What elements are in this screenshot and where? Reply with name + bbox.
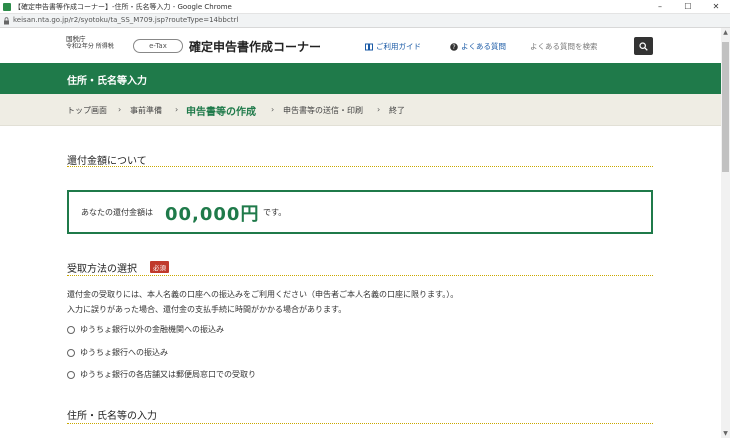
radio-label[interactable]: ゆうちょ銀行への振込み (80, 347, 168, 358)
search-icon (639, 41, 648, 51)
radio-option-other-bank[interactable]: ゆうちょ銀行以外の金融機関への振込み (67, 324, 224, 335)
site-header: 国税庁 令和2年分 所得税 e-Tax 確定申告書作成コーナー ご利用ガイド ?… (0, 28, 721, 63)
radio-option-yucho-counter[interactable]: ゆうちょ銀行の各店舗又は郵便局窓口での受取り (67, 369, 256, 380)
chevron-right-icon: › (175, 105, 179, 114)
agency-label: 国税庁 令和2年分 所得税 (66, 35, 114, 51)
page-title: 住所・氏名等入力 (67, 76, 147, 87)
agency-name: 国税庁 (66, 35, 86, 43)
scroll-up-icon[interactable]: ▲ (721, 28, 730, 37)
help-guide-label: ご利用ガイド (376, 42, 421, 51)
window-title: 【確定申告書等作成コーナー】-住所・氏名等入力 - Google Chrome (14, 3, 232, 11)
site-title[interactable]: 確定申告書作成コーナー (189, 38, 321, 55)
breadcrumb-step-send: 申告書等の送信・印刷 (283, 106, 363, 115)
receive-note-line-1: 還付金の受取りには、本人名義の口座への振込みをご利用ください（申告者ご本人名義の… (67, 290, 459, 299)
refund-suffix-text: です。 (263, 208, 287, 217)
book-icon (365, 43, 373, 50)
maximize-button[interactable]: ☐ (674, 0, 702, 14)
section-divider (67, 423, 653, 424)
receive-method-title: 受取方法の選択 (67, 264, 137, 275)
breadcrumb-step-prep: 事前準備 (130, 106, 162, 115)
radio-option-yucho-transfer[interactable]: ゆうちょ銀行への振込み (67, 347, 168, 358)
faq-link[interactable]: ? よくある質問 (450, 41, 506, 52)
minimize-button[interactable]: – (646, 0, 674, 14)
svg-text:?: ? (452, 44, 455, 51)
breadcrumb: トップ画面 › 事前準備 › 申告書等の作成 › 申告書等の送信・印刷 › 終了 (0, 94, 721, 126)
chevron-right-icon: › (377, 105, 381, 114)
site-favicon-icon (3, 3, 11, 11)
page-heading-band: 住所・氏名等入力 (0, 63, 721, 94)
etax-logo: e-Tax (133, 39, 183, 53)
address-section-title: 住所・氏名等の入力 (67, 411, 157, 422)
breadcrumb-step-create: 申告書等の作成 (186, 107, 256, 118)
help-guide-link[interactable]: ご利用ガイド (365, 41, 421, 52)
refund-amount-box: あなたの還付金額は 00,000円 です。 (67, 190, 653, 234)
browser-titlebar: 【確定申告書等作成コーナー】-住所・氏名等入力 - Google Chrome … (0, 0, 730, 14)
search-button[interactable] (634, 37, 653, 55)
breadcrumb-step-end: 終了 (389, 106, 405, 115)
page-scrollbar[interactable]: ▲ ▼ (721, 28, 730, 438)
refund-prefix-text: あなたの還付金額は (81, 208, 153, 217)
scrollbar-thumb[interactable] (722, 42, 729, 172)
chevron-right-icon: › (118, 105, 122, 114)
close-button[interactable]: ✕ (702, 0, 730, 14)
refund-amount: 00,000円 (165, 204, 260, 225)
search-label[interactable]: よくある質問を検索 (530, 41, 598, 52)
radio-label[interactable]: ゆうちょ銀行以外の金融機関への振込み (80, 324, 224, 335)
radio-button[interactable] (67, 370, 75, 379)
url-text[interactable]: keisan.nta.go.jp/r2/syotoku/ta_SS_M709.j… (13, 16, 238, 24)
lock-icon (4, 17, 9, 25)
radio-button[interactable] (67, 348, 75, 357)
section-divider (67, 275, 653, 276)
faq-label: よくある質問 (461, 42, 506, 51)
tax-year-label: 令和2年分 所得税 (66, 43, 114, 50)
receive-note-line-2: 入力に誤りがあった場合、還付金の支払手続に時間がかかる場合があります。 (67, 305, 347, 314)
refund-section-title: 還付金額について (67, 156, 147, 167)
chevron-right-icon: › (271, 105, 275, 114)
window-controls: – ☐ ✕ (646, 0, 730, 14)
radio-label[interactable]: ゆうちょ銀行の各店舗又は郵便局窓口での受取り (80, 369, 256, 380)
scroll-down-icon[interactable]: ▼ (721, 429, 730, 438)
address-bar[interactable]: keisan.nta.go.jp/r2/syotoku/ta_SS_M709.j… (0, 14, 730, 28)
breadcrumb-step-top: トップ画面 (67, 106, 107, 115)
radio-button[interactable] (67, 325, 75, 334)
question-icon: ? (450, 42, 458, 51)
required-badge: 必須 (150, 261, 169, 273)
section-divider (67, 166, 653, 167)
